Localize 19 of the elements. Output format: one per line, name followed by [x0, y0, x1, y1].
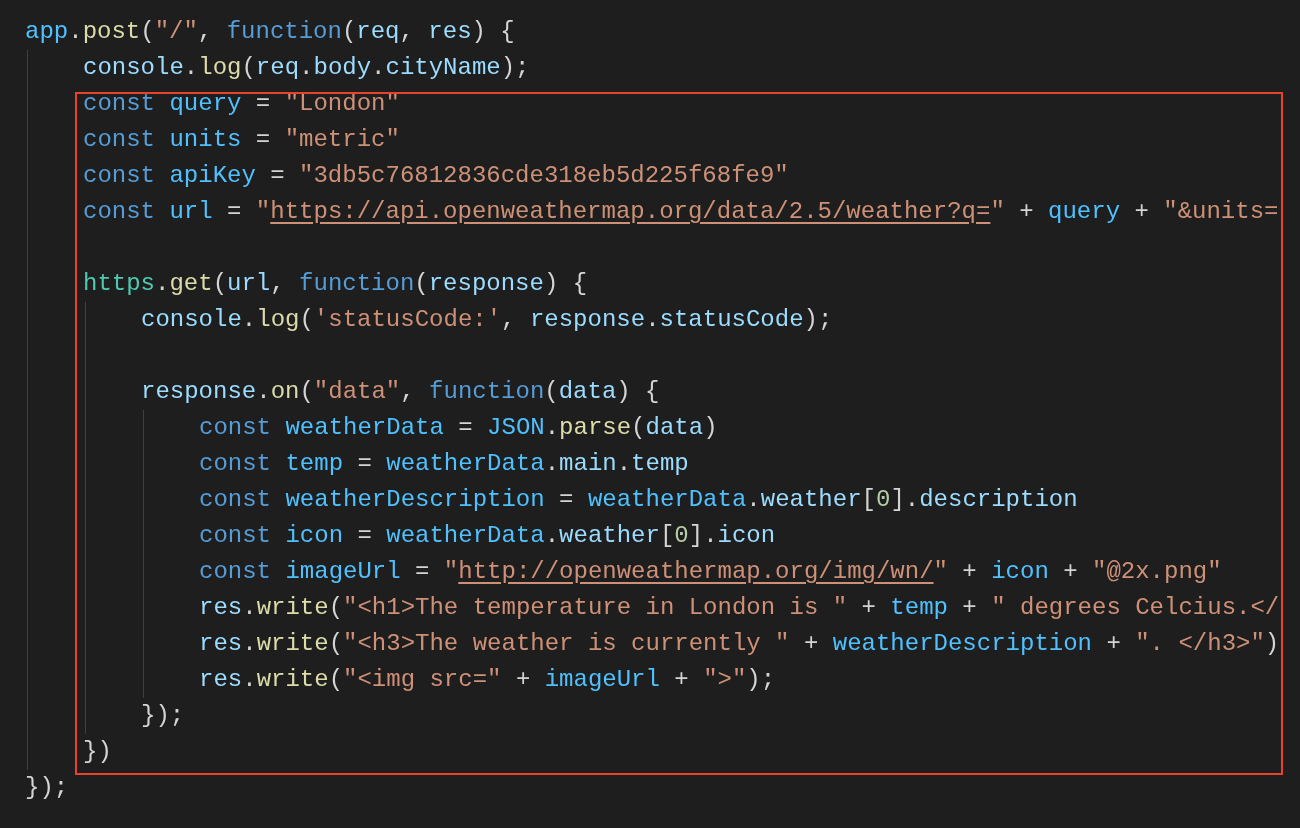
code-line: res.write("<img src=" + imageUrl + ">");: [199, 665, 776, 695]
code-line: console.log('statusCode:', response.statusCode);: [141, 305, 833, 335]
code-line: app.post("/", function(req, res) {: [25, 17, 515, 47]
code-line: const imageUrl = "http://openweathermap.org/img/wn/" + icon + "@2x.png": [199, 557, 1222, 587]
code-line: res.write("<h1>The temperature in London is " + temp + " degrees Celcius.</: [199, 593, 1280, 623]
code-line: const apiKey = "3db5c76812836cde318eb5d225f68fe9": [83, 161, 789, 191]
code-line: res.write("<h3>The weather is currently " + weatherDescription + ". </h3>"): [199, 629, 1280, 659]
code-line: const weatherData = JSON.parse(data): [199, 413, 718, 443]
code-line: const temp = weatherData.main.temp: [199, 449, 689, 479]
code-line: });: [141, 701, 185, 731]
code-line: });: [25, 773, 69, 803]
code-line: const weatherDescription = weatherData.weather[0].description: [199, 485, 1078, 515]
code-line: const url = "https://api.openweathermap.org/data/2.5/weather?q=" + query + "&units=: [83, 197, 1279, 227]
code-line: }): [83, 737, 112, 767]
code-line: const icon = weatherData.weather[0].icon: [199, 521, 776, 551]
code-line: const units = "metric": [83, 125, 400, 155]
code-line: console.log(req.body.cityName);: [83, 53, 530, 83]
code-line: response.on("data", function(data) {: [141, 377, 660, 407]
code-line: https.get(url, function(response) {: [83, 269, 588, 299]
